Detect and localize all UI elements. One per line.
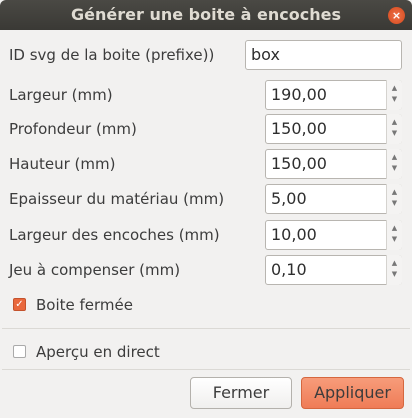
hauteur-input[interactable]: 150,00 bbox=[265, 149, 402, 179]
apply-button[interactable]: Appliquer bbox=[301, 377, 404, 409]
encoches-input[interactable]: 10,00 bbox=[265, 220, 402, 250]
separator bbox=[2, 328, 410, 329]
epaisseur-label: Epaisseur du matériau (mm) bbox=[9, 190, 225, 208]
largeur-label: Largeur (mm) bbox=[9, 86, 113, 104]
largeur-input[interactable]: 190,00 bbox=[265, 80, 402, 110]
encoches-spinbox[interactable]: 10,00 ▲ ▼ bbox=[265, 220, 402, 250]
hauteur-spinbox[interactable]: 150,00 ▲ ▼ bbox=[265, 149, 402, 179]
epaisseur-spinbox[interactable]: 5,00 ▲ ▼ bbox=[265, 184, 402, 214]
id-input[interactable]: box bbox=[245, 40, 402, 70]
hauteur-label: Hauteur (mm) bbox=[9, 155, 116, 173]
close-icon[interactable]: × bbox=[388, 7, 405, 24]
close-button[interactable]: Fermer bbox=[190, 377, 292, 409]
spin-arrows-icon[interactable]: ▲ ▼ bbox=[386, 220, 402, 250]
id-label: ID svg de la boite (prefixe)) bbox=[9, 46, 215, 64]
closed-box-checkbox[interactable]: ✓ bbox=[13, 298, 26, 311]
spin-arrows-icon[interactable]: ▲ ▼ bbox=[386, 114, 402, 144]
live-preview-label[interactable]: Aperçu en direct bbox=[36, 337, 160, 367]
profondeur-label: Profondeur (mm) bbox=[9, 120, 137, 138]
spin-arrows-icon[interactable]: ▲ ▼ bbox=[386, 255, 402, 285]
dialog-title: Générer une boite à encoches bbox=[71, 5, 341, 24]
spin-arrows-icon[interactable]: ▲ ▼ bbox=[386, 184, 402, 214]
jeu-input[interactable]: 0,10 bbox=[265, 255, 402, 285]
separator bbox=[2, 369, 410, 370]
epaisseur-input[interactable]: 5,00 bbox=[265, 184, 402, 214]
encoches-label: Largeur des encoches (mm) bbox=[9, 226, 220, 244]
closed-box-label[interactable]: Boite fermée bbox=[36, 290, 133, 320]
spin-arrows-icon[interactable]: ▲ ▼ bbox=[386, 80, 402, 110]
spin-arrows-icon[interactable]: ▲ ▼ bbox=[386, 149, 402, 179]
jeu-spinbox[interactable]: 0,10 ▲ ▼ bbox=[265, 255, 402, 285]
live-preview-checkbox[interactable] bbox=[13, 345, 26, 358]
profondeur-input[interactable]: 150,00 bbox=[265, 114, 402, 144]
profondeur-spinbox[interactable]: 150,00 ▲ ▼ bbox=[265, 114, 402, 144]
title-bar: Générer une boite à encoches × bbox=[0, 0, 412, 30]
largeur-spinbox[interactable]: 190,00 ▲ ▼ bbox=[265, 80, 402, 110]
jeu-label: Jeu à compenser (mm) bbox=[9, 261, 181, 279]
